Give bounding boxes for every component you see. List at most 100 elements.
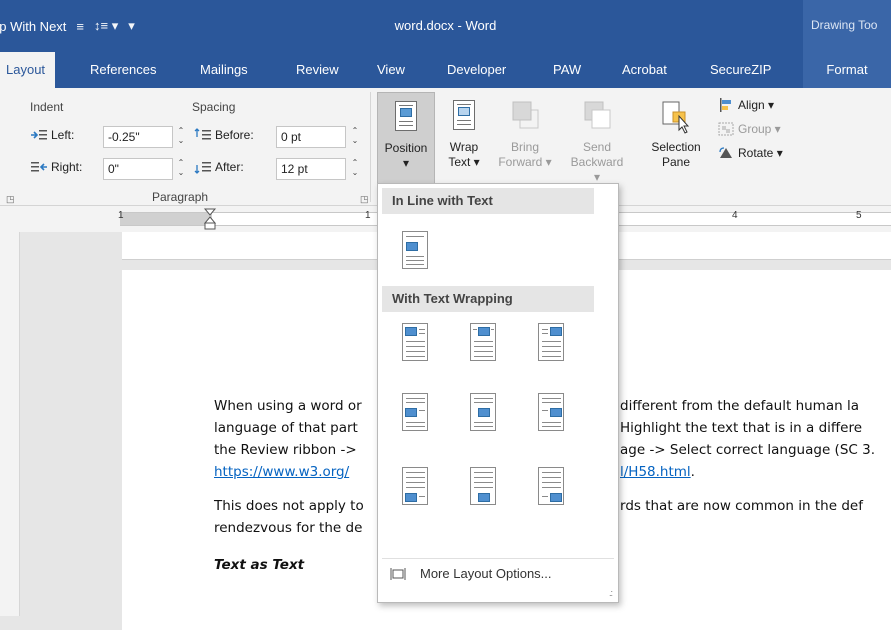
position-dropdown-arrow: ▾	[402, 156, 410, 170]
reference-link[interactable]: https://www.w3.org/	[214, 462, 349, 483]
spacing-before-spinner[interactable]: ⌃ ⌄	[350, 126, 360, 148]
title-bar: ep With Next ≡ ↕≡ ▾ ▾ word.docx - Word D…	[0, 0, 891, 52]
tab-acrobat[interactable]: Acrobat	[622, 52, 667, 88]
selection-pane-button[interactable]: Selection Pane	[645, 92, 707, 170]
group-button[interactable]: Group ▾	[718, 122, 781, 136]
indent-marker-icon[interactable]	[203, 208, 217, 230]
page-setup-launcher-icon[interactable]: ◳	[6, 194, 15, 205]
group-icon	[718, 122, 734, 136]
send-backward-icon	[580, 98, 614, 136]
layout-options-icon	[390, 567, 406, 581]
more-layout-options-label: More Layout Options...	[420, 566, 552, 581]
bring-forward-label-2: Forward ▾	[498, 155, 552, 169]
tab-review[interactable]: Review	[296, 52, 339, 88]
position-dropdown: In Line with Text With Text Wrapping Mor…	[377, 183, 619, 603]
indent-right-field[interactable]: 0"	[103, 158, 173, 180]
paragraph-line: Highlight the text that is in a differe	[620, 420, 863, 436]
resize-grip-icon[interactable]: .:	[609, 588, 613, 598]
drawing-tools-context: Drawing Too	[803, 0, 891, 52]
section-heading: Text as Text	[214, 557, 305, 573]
wrap-text-button[interactable]: Wrap Text ▾	[442, 92, 486, 170]
indent-right-label: Right:	[51, 160, 83, 174]
indent-left-icon	[30, 128, 48, 142]
wrap-text-label-2: Text ▾	[448, 155, 480, 169]
drawing-tools-label: Drawing Too	[811, 18, 878, 32]
ruler-number: 1	[365, 210, 371, 221]
spacing-label: Spacing	[192, 100, 236, 114]
spacing-after-label: After:	[215, 160, 244, 174]
spacing-after-spinner[interactable]: ⌃ ⌄	[350, 158, 360, 180]
position-option-top-center[interactable]	[466, 320, 500, 364]
tab-view[interactable]: View	[377, 52, 405, 88]
position-option-top-left[interactable]	[398, 320, 432, 364]
indent-label: Indent	[30, 100, 64, 114]
position-option-bottom-right[interactable]	[534, 464, 568, 508]
group-label: Group ▾	[738, 122, 781, 136]
paragraph-line: different from the default human la	[620, 398, 859, 414]
align-button[interactable]: Align ▾	[718, 98, 774, 112]
position-button[interactable]: Position ▾	[377, 92, 435, 186]
paragraph-line: rds that are now common in the def	[620, 498, 863, 514]
spacing-after-field[interactable]: 12 pt	[276, 158, 346, 180]
indent-right-row: Right:	[30, 160, 82, 174]
rotate-icon	[718, 146, 734, 160]
position-option-top-right[interactable]	[534, 320, 568, 364]
position-label: Position	[384, 141, 428, 155]
spacing-after-row: After:	[194, 160, 244, 174]
position-option-middle-right[interactable]	[534, 390, 568, 434]
reference-link-end[interactable]: l/H58.html.	[620, 462, 695, 483]
ruler-number: 4	[732, 210, 738, 221]
ruler-number: 1	[118, 210, 124, 221]
position-option-bottom-center[interactable]	[466, 464, 500, 508]
paragraph-line: the Review ribbon ->	[214, 442, 357, 458]
bring-forward-icon	[508, 98, 542, 136]
indent-left-row: Left:	[30, 128, 74, 142]
spacing-after-icon	[194, 160, 212, 174]
tab-references[interactable]: References	[90, 52, 156, 88]
spacing-before-icon	[194, 128, 212, 142]
tab-layout[interactable]: Layout	[0, 52, 56, 88]
send-backward-label-2: Backward ▾	[570, 155, 624, 184]
with-text-wrapping-header: With Text Wrapping	[382, 286, 594, 312]
position-option-middle-center[interactable]	[466, 390, 500, 434]
rotate-label: Rotate ▾	[738, 146, 783, 160]
ruler-number: 5	[856, 210, 862, 221]
indent-left-field[interactable]: -0.25"	[103, 126, 173, 148]
wrap-text-icon	[447, 98, 481, 136]
selection-pane-icon	[659, 98, 693, 136]
bring-forward-button[interactable]: Bring Forward ▾	[494, 92, 556, 170]
bring-forward-label-1: Bring	[510, 140, 539, 154]
indent-right-spinner[interactable]: ⌃ ⌄	[176, 158, 186, 180]
tab-mailings[interactable]: Mailings	[200, 52, 248, 88]
spacing-before-field[interactable]: 0 pt	[276, 126, 346, 148]
ribbon-tabs: Layout References Mailings Review View D…	[0, 52, 891, 88]
spacing-before-label: Before:	[215, 128, 254, 142]
selection-pane-label-2: Pane	[661, 155, 691, 169]
tab-developer[interactable]: Developer	[447, 52, 506, 88]
tab-format[interactable]: Format	[803, 52, 891, 88]
align-label: Align ▾	[738, 98, 775, 112]
indent-left-label: Left:	[51, 128, 75, 142]
rotate-button[interactable]: Rotate ▾	[718, 146, 783, 160]
spacing-before-row: Before:	[194, 128, 254, 142]
group-separator	[370, 92, 371, 202]
position-option-middle-left[interactable]	[398, 390, 432, 434]
selection-pane-label-1: Selection	[651, 140, 701, 154]
position-option-inline[interactable]	[398, 228, 432, 272]
more-layout-options-item[interactable]: More Layout Options...	[390, 566, 552, 581]
send-backward-label-1: Send	[582, 140, 612, 154]
paragraph-line: age -> Select correct language (SC 3.	[620, 442, 875, 458]
tab-securezip[interactable]: SecureZIP	[710, 52, 771, 88]
position-option-bottom-left[interactable]	[398, 464, 432, 508]
paragraph-line: rendezvous for the de	[214, 520, 363, 536]
indent-right-icon	[30, 160, 48, 174]
position-icon	[389, 99, 423, 137]
vertical-ruler[interactable]	[0, 232, 20, 616]
paragraph-line: language of that part	[214, 420, 358, 436]
document-title: word.docx - Word	[394, 18, 497, 33]
tab-paw[interactable]: PAW	[553, 52, 581, 88]
paragraph-line: This does not apply to	[214, 498, 364, 514]
send-backward-button[interactable]: Send Backward ▾	[566, 92, 628, 185]
indent-left-spinner[interactable]: ⌃ ⌄	[176, 126, 186, 148]
paragraph-launcher-icon[interactable]: ◳	[360, 194, 369, 205]
